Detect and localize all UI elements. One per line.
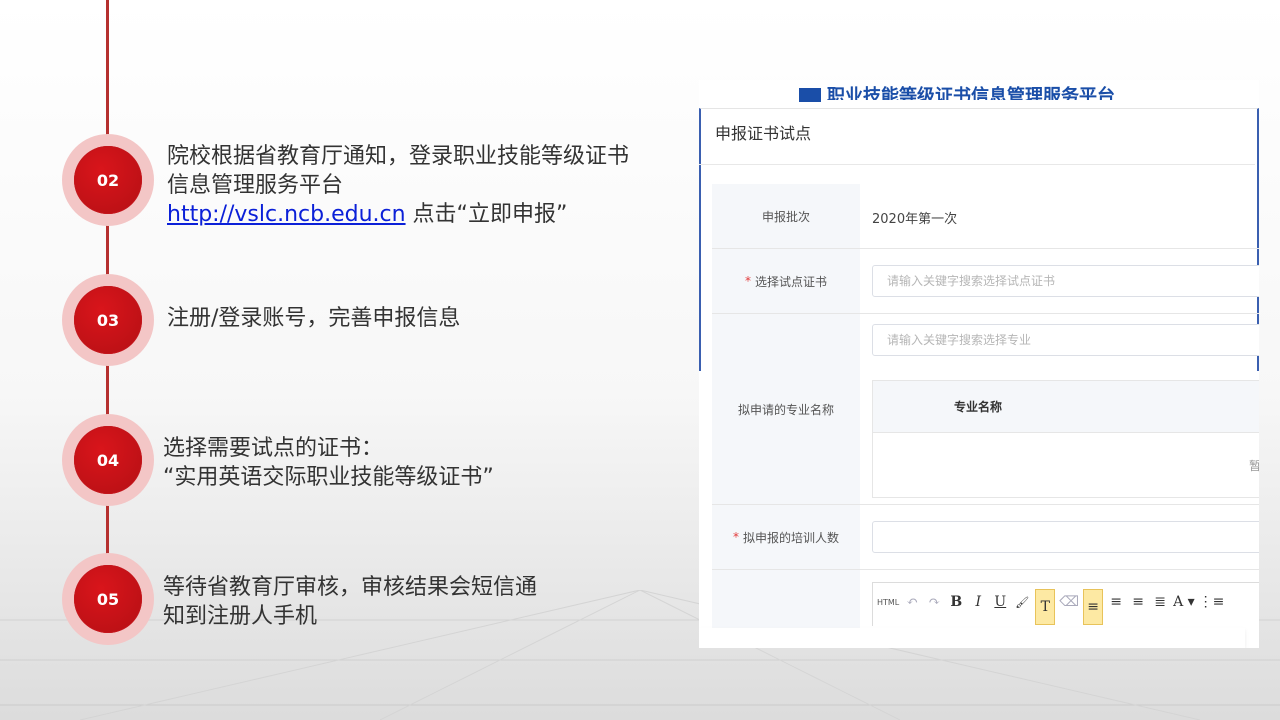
step-02-line2: 信息管理服务平台 (167, 173, 344, 198)
rich-text-toolbar: HTML ↶ ↷ B I U 🖌 T ⌫ ≡ ≡ ≡ ≣ A ▾ ⋮≡ (872, 582, 1259, 626)
trainee-count-input[interactable] (872, 521, 1259, 553)
step-number: 02 (74, 146, 142, 214)
form-row-trainees: * 拟申报的培训人数 (712, 505, 1259, 570)
redo-icon[interactable]: ↷ (925, 589, 943, 615)
undo-icon[interactable]: ↶ (903, 589, 921, 615)
paste-text-icon[interactable]: T (1035, 589, 1056, 625)
step-04-line1: 选择需要试点的证书： (163, 436, 384, 461)
form-row-major: 拟申请的专业名称 专业名称 暂无 (712, 314, 1259, 505)
form-row-batch: 申报批次 2020年第一次 (712, 184, 1259, 249)
panel-bottom-edge (699, 628, 1245, 648)
form-row-certificate: * 选择试点证书 (712, 249, 1259, 314)
table-header: 专业名称 (873, 381, 1259, 433)
field-label: 拟申请的专业名称 (712, 314, 860, 504)
step-03-line1: 注册/登录账号，完善申报信息 (167, 306, 461, 331)
step-number: 05 (74, 565, 142, 633)
step-04-text: 选择需要试点的证书： “实用英语交际职业技能等级证书” (163, 434, 494, 492)
step-02-text: 院校根据省教育厅通知，登录职业技能等级证书 信息管理服务平台 http://vs… (167, 142, 629, 229)
step-04-line2: “实用英语交际职业技能等级证书” (163, 465, 494, 490)
font-color-icon[interactable]: A ▾ (1173, 589, 1195, 615)
field-label: * 选择试点证书 (712, 249, 860, 313)
step-badge-03: 03 (62, 274, 154, 366)
platform-link[interactable]: http://vslc.ncb.edu.cn (167, 202, 406, 227)
list-icon[interactable]: ⋮≡ (1199, 589, 1225, 615)
field-label: 申报批次 (712, 184, 860, 248)
step-number: 04 (74, 426, 142, 494)
divider (699, 164, 1255, 165)
step-badge-05: 05 (62, 553, 154, 645)
step-02-line3: 点击“立即申报” (405, 202, 568, 227)
platform-title: 职业技能等级证书信息管理服务平台 (827, 86, 1115, 100)
underline-icon[interactable]: U (991, 589, 1009, 615)
step-05-line2: 知到注册人手机 (163, 604, 318, 629)
format-brush-icon[interactable]: 🖌 (1013, 589, 1031, 615)
field-label: * 拟申报的培训人数 (712, 505, 860, 569)
eraser-icon[interactable]: ⌫ (1059, 589, 1079, 615)
step-03-text: 注册/登录账号，完善申报信息 (167, 304, 460, 333)
step-badge-02: 02 (62, 134, 154, 226)
step-05-line1: 等待省教育厅审核，审核结果会短信通 (163, 575, 538, 600)
bold-icon[interactable]: B (947, 589, 965, 615)
html-icon[interactable]: HTML (877, 589, 899, 615)
dialog-title: 申报证书试点 (715, 124, 812, 143)
align-center-icon[interactable]: ≡ (1129, 589, 1147, 615)
align-left-icon[interactable]: ≡ (1083, 589, 1104, 625)
align-right-icon[interactable]: ≡ (1107, 589, 1125, 615)
platform-screenshot: 职业技能等级证书信息管理服务平台 申报证书试点 申报批次 2020年第一次 * 选… (699, 80, 1259, 648)
italic-icon[interactable]: I (969, 589, 987, 615)
major-search-input[interactable] (872, 324, 1259, 356)
batch-value: 2020年第一次 (872, 212, 958, 227)
empty-text: 暂无 (1248, 459, 1259, 473)
justify-icon[interactable]: ≣ (1151, 589, 1169, 615)
step-badge-04: 04 (62, 414, 154, 506)
step-number: 03 (74, 286, 142, 354)
step-05-text: 等待省教育厅审核，审核结果会短信通 知到注册人手机 (163, 573, 537, 631)
major-table: 专业名称 暂无 (872, 380, 1259, 498)
certificate-search-input[interactable] (872, 265, 1259, 297)
step-02-line1: 院校根据省教育厅通知，登录职业技能等级证书 (167, 144, 630, 169)
